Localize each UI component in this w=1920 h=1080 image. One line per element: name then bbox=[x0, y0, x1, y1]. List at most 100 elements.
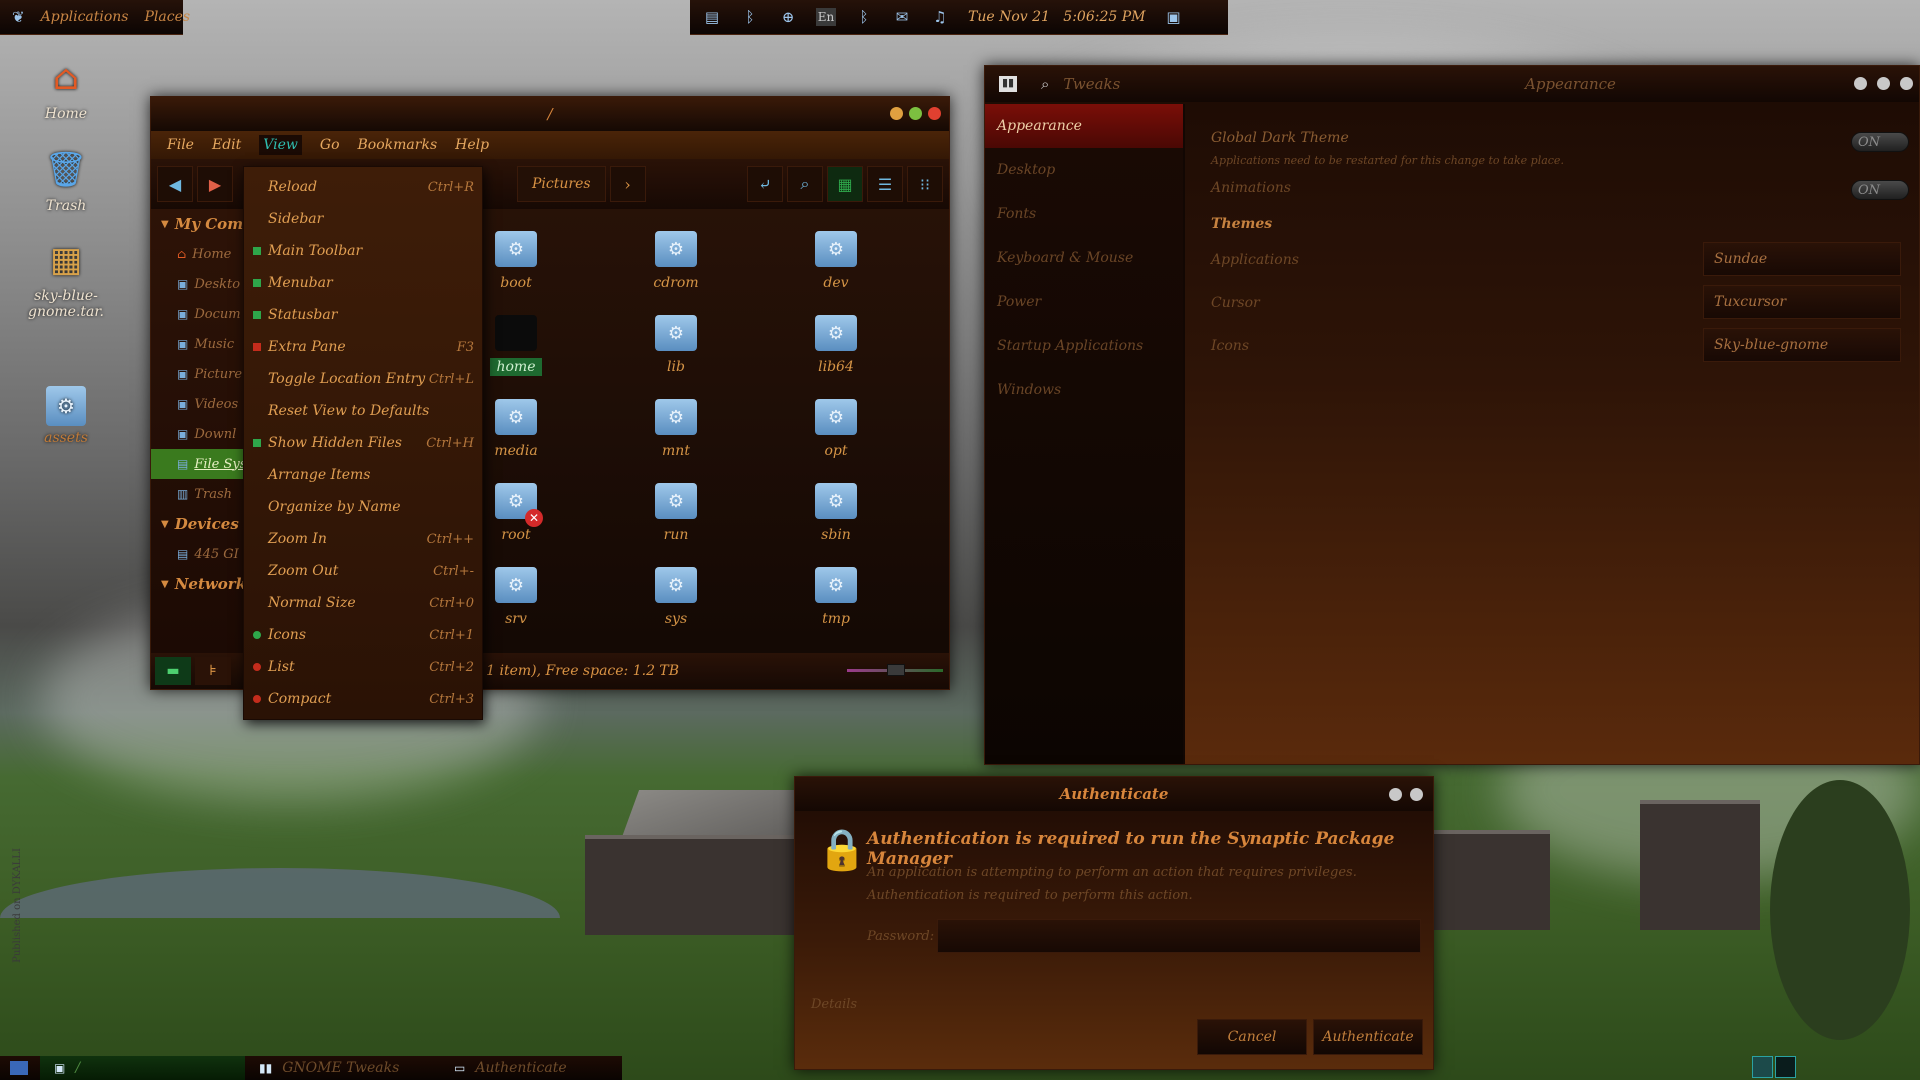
details-expander[interactable]: Details bbox=[811, 997, 857, 1012]
menu-item-zoom-out[interactable]: Zoom Out Ctrl+- bbox=[244, 555, 482, 587]
minimize-button[interactable] bbox=[1854, 77, 1867, 90]
desktop-icon-home[interactable]: ⌂ Home bbox=[16, 54, 116, 122]
menu-item-compact[interactable]: Compact Ctrl+3 bbox=[244, 683, 482, 715]
show-desktop-icon[interactable] bbox=[10, 1061, 28, 1075]
path-toggle-button[interactable]: ⤶ bbox=[747, 166, 783, 202]
taskbar-item-tweaks[interactable]: ▮▮ GNOME Tweaks bbox=[245, 1056, 440, 1080]
tab-fonts[interactable]: Fonts bbox=[985, 192, 1183, 236]
desktop-icon-assets[interactable]: ⚙ assets bbox=[16, 386, 116, 446]
file-item[interactable]: ⚙ sbin bbox=[776, 483, 896, 543]
file-item[interactable]: ⚙ dev bbox=[776, 231, 896, 291]
file-item[interactable]: ⚙ sys bbox=[616, 567, 736, 627]
menu-file[interactable]: File bbox=[167, 137, 194, 153]
workspace-2[interactable] bbox=[1775, 1056, 1796, 1078]
desktop-icon-archive[interactable]: ▦ sky-blue-gnome.tar. bbox=[16, 236, 116, 320]
search-icon[interactable]: ⌕ bbox=[1041, 75, 1049, 93]
back-button[interactable]: ◀ bbox=[157, 166, 193, 202]
sidebar-heading-network[interactable]: ▼ Network bbox=[151, 569, 246, 599]
menu-item-reset-view[interactable]: Reset View to Defaults bbox=[244, 395, 482, 427]
clipboard-icon[interactable]: ▤ bbox=[702, 8, 722, 26]
menu-item-extra-pane[interactable]: Extra Pane F3 bbox=[244, 331, 482, 363]
places-menu[interactable]: Places bbox=[145, 9, 191, 25]
maximize-button[interactable] bbox=[909, 107, 922, 120]
breadcrumb-next-icon[interactable]: › bbox=[609, 166, 646, 202]
forward-button[interactable]: ▶ bbox=[197, 166, 233, 202]
minimize-button[interactable] bbox=[890, 107, 903, 120]
minimize-button[interactable] bbox=[1389, 788, 1402, 801]
keyboard-layout-indicator[interactable]: En bbox=[816, 8, 836, 26]
authenticate-button[interactable]: Authenticate bbox=[1313, 1019, 1423, 1055]
volume-icon[interactable]: ♫ bbox=[930, 8, 950, 26]
menu-item-menubar[interactable]: Menubar bbox=[244, 267, 482, 299]
menu-bookmarks[interactable]: Bookmarks bbox=[358, 137, 438, 153]
menu-item-show-hidden-files[interactable]: Show Hidden Files Ctrl+H bbox=[244, 427, 482, 459]
close-button[interactable] bbox=[928, 107, 941, 120]
file-manager-titlebar[interactable]: / bbox=[151, 97, 949, 131]
sidebar-heading-devices[interactable]: ▼ Devices bbox=[151, 509, 246, 539]
taskbar-item-file-manager[interactable]: ▣ / bbox=[40, 1056, 245, 1080]
applications-menu[interactable]: Applications bbox=[41, 9, 129, 25]
list-view-button[interactable]: ☰ bbox=[867, 166, 903, 202]
network-icon[interactable]: ⊕ bbox=[778, 8, 798, 26]
sidebar-item-trash[interactable]: ▥ Trash bbox=[151, 479, 246, 509]
breadcrumb-pictures[interactable]: Pictures bbox=[517, 166, 606, 202]
bluetooth-icon[interactable]: ᛒ bbox=[740, 8, 760, 26]
show-tree-button[interactable]: ⊧ bbox=[195, 657, 231, 685]
file-item[interactable]: ⚙ lib64 bbox=[776, 315, 896, 375]
menu-item-main-toolbar[interactable]: Main Toolbar bbox=[244, 235, 482, 267]
menu-help[interactable]: Help bbox=[455, 137, 489, 153]
sidebar-heading-my-computer[interactable]: ▼ My Comp bbox=[151, 209, 254, 239]
sidebar-item-documents[interactable]: ▣ Docum bbox=[151, 299, 246, 329]
file-item[interactable]: ⚙ cdrom bbox=[616, 231, 736, 291]
compact-view-button[interactable]: ⁝⁝ bbox=[907, 166, 943, 202]
clock[interactable]: Tue Nov 21 5:06:25 PM bbox=[968, 9, 1145, 25]
menu-go[interactable]: Go bbox=[320, 137, 340, 153]
tweaks-titlebar[interactable]: ▮▮ ⌕ Tweaks Appearance bbox=[985, 66, 1919, 102]
workspace-switcher[interactable] bbox=[1752, 1056, 1796, 1078]
monitor-icon[interactable]: ▣ bbox=[1163, 8, 1183, 26]
sidebar-item-downloads[interactable]: ▣ Downl bbox=[151, 419, 246, 449]
zoom-slider[interactable] bbox=[847, 664, 943, 676]
cursor-theme-select[interactable]: Tuxcursor bbox=[1703, 285, 1901, 319]
menu-item-sidebar[interactable]: Sidebar bbox=[244, 203, 482, 235]
menu-item-normal-size[interactable]: Normal Size Ctrl+0 bbox=[244, 587, 482, 619]
icon-view-button[interactable]: ▦ bbox=[827, 166, 863, 202]
desktop-icon-trash[interactable]: 🗑 Trash bbox=[16, 146, 116, 214]
tab-desktop[interactable]: Desktop bbox=[985, 148, 1183, 192]
sidebar-item-filesystem[interactable]: ▤ File Sys bbox=[151, 449, 246, 479]
mail-icon[interactable]: ✉ bbox=[892, 8, 912, 26]
search-button[interactable]: ⌕ bbox=[787, 166, 823, 202]
close-button[interactable] bbox=[1410, 788, 1423, 801]
sidebar-item-home[interactable]: ⌂ Home bbox=[151, 239, 246, 269]
maximize-button[interactable] bbox=[1877, 77, 1890, 90]
close-button[interactable] bbox=[1900, 77, 1913, 90]
bluetooth-icon[interactable]: ᛒ bbox=[854, 8, 874, 26]
file-item[interactable]: ⚙ opt bbox=[776, 399, 896, 459]
tab-appearance[interactable]: Appearance bbox=[985, 104, 1183, 148]
sidebar-item-videos[interactable]: ▣ Videos bbox=[151, 389, 246, 419]
show-places-button[interactable]: ▬ bbox=[155, 657, 191, 685]
sidebar-item-desktop[interactable]: ▣ Deskto bbox=[151, 269, 246, 299]
sidebar-item-device[interactable]: ▤ 445 GI bbox=[151, 539, 246, 569]
password-field[interactable] bbox=[937, 919, 1421, 953]
sidebar-item-music[interactable]: ▣ Music bbox=[151, 329, 246, 359]
menu-item-icons[interactable]: Icons Ctrl+1 bbox=[244, 619, 482, 651]
zoom-slider-handle[interactable] bbox=[887, 664, 905, 676]
tab-power[interactable]: Power bbox=[985, 280, 1183, 324]
menu-item-toggle-location-entry[interactable]: Toggle Location Entry Ctrl+L bbox=[244, 363, 482, 395]
animations-toggle[interactable]: ON bbox=[1851, 180, 1909, 200]
workspace-1[interactable] bbox=[1752, 1056, 1773, 1078]
menu-view[interactable]: View bbox=[259, 135, 302, 155]
menu-item-organize-by-name[interactable]: Organize by Name bbox=[244, 491, 482, 523]
menu-edit[interactable]: Edit bbox=[212, 137, 241, 153]
menu-item-statusbar[interactable]: Statusbar bbox=[244, 299, 482, 331]
taskbar-item-authenticate[interactable]: ▭ Authenticate bbox=[440, 1056, 620, 1080]
menu-item-zoom-in[interactable]: Zoom In Ctrl++ bbox=[244, 523, 482, 555]
tab-windows[interactable]: Windows bbox=[985, 368, 1183, 412]
applications-theme-select[interactable]: Sundae bbox=[1703, 242, 1901, 276]
file-item[interactable]: ⚙ tmp bbox=[776, 567, 896, 627]
icons-theme-select[interactable]: Sky-blue-gnome bbox=[1703, 328, 1901, 362]
file-item[interactable]: ⚙ run bbox=[616, 483, 736, 543]
file-item[interactable]: ⚙ lib bbox=[616, 315, 736, 375]
cancel-button[interactable]: Cancel bbox=[1197, 1019, 1307, 1055]
